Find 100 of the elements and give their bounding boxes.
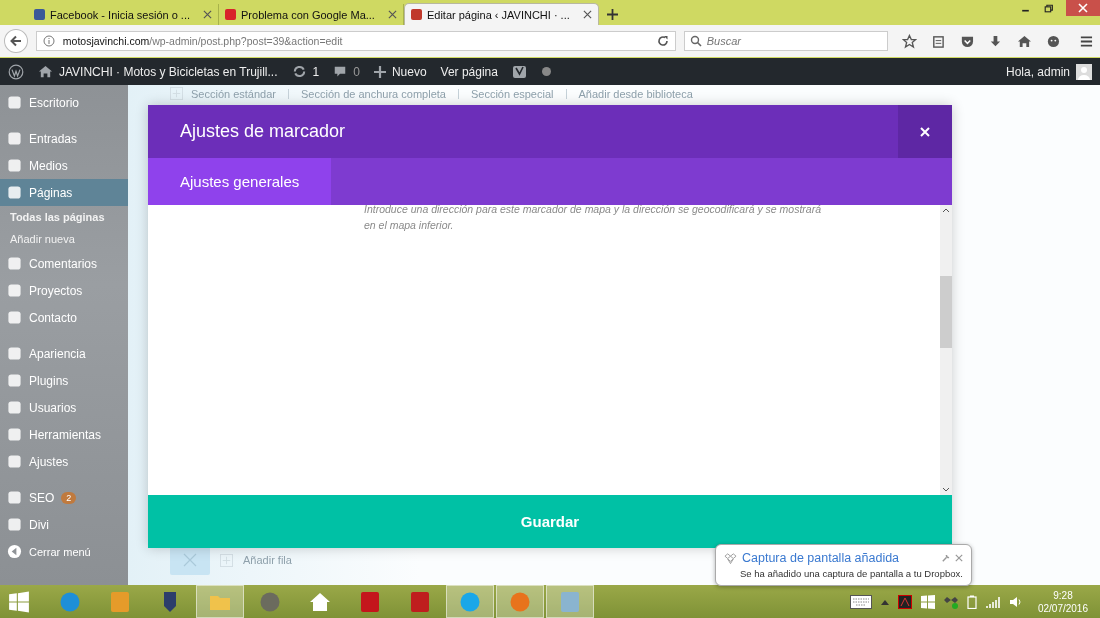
tab-title: Facebook - Inicia sesión o ... <box>50 8 190 21</box>
square-icon <box>7 517 22 532</box>
square-icon <box>7 95 22 110</box>
square-icon <box>7 373 22 388</box>
square-icon <box>7 454 22 469</box>
sidebar-item[interactable]: Cerrar menú <box>0 538 128 565</box>
scrollbar-thumb[interactable] <box>940 276 952 348</box>
wordpress-logo-icon[interactable] <box>8 63 24 80</box>
sidebar-item[interactable]: Escritorio <box>0 89 128 116</box>
menu-label: Medios <box>29 158 68 173</box>
clipboard-icon[interactable] <box>930 33 946 49</box>
wrench-icon[interactable] <box>941 553 950 563</box>
notification-message: Se ha añadido una captura de pantalla a tu Dropbox. <box>739 568 963 579</box>
caret-icon[interactable] <box>880 598 889 605</box>
sidebar-item[interactable]: Usuarios <box>0 394 128 421</box>
sidebar-item[interactable]: Contacto <box>0 304 128 331</box>
save-button[interactable]: Guardar <box>148 495 952 548</box>
close-icon <box>920 126 930 137</box>
speaker-icon[interactable] <box>1008 595 1023 608</box>
sidebar-item[interactable]: Añadir nueva <box>0 228 128 250</box>
menu-label: Escritorio <box>29 95 79 110</box>
section-link[interactable]: Añadir desde biblioteca <box>578 87 693 100</box>
chevron-up-icon[interactable] <box>942 208 950 213</box>
site-name-link[interactable]: JAVINCHI · Motos y Bicicletas en Trujill... <box>38 64 278 79</box>
favicon-icon <box>225 9 236 20</box>
restore-icon[interactable] <box>1043 2 1054 14</box>
field-description: Introduce una dirección para este marcador de mapa y la dirección se geocodificará y se mostrará en el mapa inferior. <box>364 202 822 233</box>
comments-link[interactable]: 0 <box>333 64 360 79</box>
search-field[interactable]: Buscar <box>683 31 888 51</box>
sidebar-item[interactable]: Comentarios <box>0 250 128 277</box>
menu-label: Cerrar menú <box>29 545 91 558</box>
square-icon <box>7 490 22 505</box>
taskbar-app[interactable] <box>496 585 544 618</box>
sidebar-item[interactable]: Todas las páginas <box>0 206 128 228</box>
menu-label: Todas las páginas <box>10 211 105 223</box>
tab-title: Editar página ‹ JAVINCHI · ... <box>426 8 570 21</box>
star-icon[interactable] <box>901 33 917 49</box>
modal-title: Ajustes de marcador <box>179 121 347 142</box>
info-icon[interactable] <box>42 35 55 47</box>
square-icon <box>7 283 22 298</box>
menu-label: Herramientas <box>29 427 102 442</box>
favicon-icon <box>34 9 45 20</box>
reload-icon[interactable] <box>656 35 669 47</box>
sidebar-item[interactable]: Ajustes <box>0 448 128 475</box>
close-icon[interactable] <box>387 10 397 19</box>
sidebar-item[interactable]: Apariencia <box>0 340 128 367</box>
new-link[interactable]: Nuevo <box>373 64 427 79</box>
plus-icon <box>373 65 386 78</box>
favicon-icon <box>410 9 422 20</box>
menu-label: Apariencia <box>29 346 86 361</box>
menu-label: Comentarios <box>29 256 98 271</box>
square-icon <box>7 427 22 442</box>
square-icon <box>7 131 22 146</box>
sidebar-item[interactable]: Entradas <box>0 125 128 152</box>
search-icon <box>689 35 702 47</box>
sidebar-item[interactable]: Herramientas <box>0 421 128 448</box>
menu-label: Proyectos <box>29 283 83 298</box>
modal-tab[interactable]: Ajustes generales <box>148 158 332 205</box>
plus-box-icon <box>220 553 233 567</box>
add-row-link[interactable]: Añadir fila <box>243 554 292 566</box>
close-icon[interactable] <box>955 554 963 562</box>
close-button[interactable] <box>1066 0 1100 16</box>
close-icon[interactable] <box>203 10 212 19</box>
view-page-link[interactable]: Ver página <box>440 64 498 79</box>
menu-icon[interactable] <box>1079 33 1095 49</box>
plus-box-icon <box>170 87 183 100</box>
close-icon[interactable] <box>582 10 592 19</box>
menu-label: Divi <box>29 517 49 532</box>
windows-logo-icon[interactable] <box>920 594 935 609</box>
sidebar-item[interactable]: SEO 2 <box>0 484 128 511</box>
tab-title: Problema con Google Ma... <box>241 8 375 21</box>
address-bar[interactable]: motosjavinchi.com/wp-admin/post.php?post=39&action=edit <box>35 31 676 51</box>
updates-link[interactable]: 1 <box>291 64 320 79</box>
count-badge: 2 <box>61 491 77 504</box>
battery-icon[interactable] <box>966 594 977 609</box>
smiley-icon[interactable] <box>1046 33 1062 49</box>
signal-icon[interactable] <box>985 595 1000 608</box>
account-link[interactable]: Hola, admin <box>1005 63 1092 80</box>
sidebar-item[interactable]: Páginas <box>0 179 128 206</box>
menu-label: SEO <box>29 490 55 505</box>
sidebar-item[interactable]: Plugins <box>0 367 128 394</box>
section-link[interactable]: Sección de anchura completa <box>301 87 446 100</box>
windows-logo-icon[interactable] <box>8 590 30 613</box>
close-icon <box>183 553 197 567</box>
square-icon <box>408 589 432 614</box>
plus-icon[interactable] <box>606 9 618 20</box>
sidebar-item[interactable]: Divi <box>0 511 128 538</box>
home-icon[interactable] <box>1017 33 1033 49</box>
sidebar-item[interactable]: Proyectos <box>0 277 128 304</box>
plugin-logo-icon[interactable] <box>511 63 528 80</box>
chevron-down-icon[interactable] <box>942 487 950 492</box>
section-link[interactable]: Sección especial <box>470 87 554 100</box>
section-link[interactable]: Sección estándar <box>191 87 276 100</box>
sidebar-item[interactable]: Medios <box>0 152 128 179</box>
keyboard-icon[interactable] <box>849 594 872 609</box>
back-button[interactable] <box>4 29 28 53</box>
menu-label: Contacto <box>29 310 78 325</box>
clock[interactable]: 9:28 02/07/2016 <box>1037 588 1088 615</box>
avatar-icon <box>1076 63 1092 80</box>
browser-tab[interactable]: Editar página ‹ JAVINCHI · ... <box>403 3 599 25</box>
